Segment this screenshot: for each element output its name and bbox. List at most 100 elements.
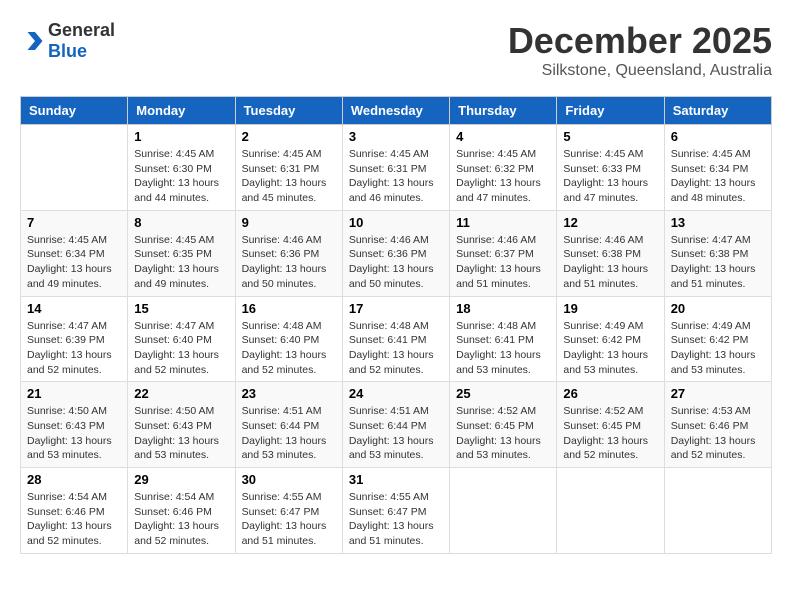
day-number: 2	[242, 129, 336, 144]
day-number: 26	[563, 386, 657, 401]
calendar-cell: 22 Sunrise: 4:50 AMSunset: 6:43 PMDaylig…	[128, 382, 235, 468]
calendar-cell: 27 Sunrise: 4:53 AMSunset: 6:46 PMDaylig…	[664, 382, 771, 468]
logo: General Blue	[20, 20, 115, 62]
calendar-cell: 12 Sunrise: 4:46 AMSunset: 6:38 PMDaylig…	[557, 210, 664, 296]
day-info: Sunrise: 4:48 AMSunset: 6:41 PMDaylight:…	[456, 319, 550, 378]
day-number: 13	[671, 215, 765, 230]
calendar-cell: 16 Sunrise: 4:48 AMSunset: 6:40 PMDaylig…	[235, 296, 342, 382]
day-number: 10	[349, 215, 443, 230]
day-info: Sunrise: 4:49 AMSunset: 6:42 PMDaylight:…	[671, 319, 765, 378]
day-info: Sunrise: 4:45 AMSunset: 6:34 PMDaylight:…	[27, 233, 121, 292]
title-section: December 2025 Silkstone, Queensland, Aus…	[508, 20, 772, 80]
day-number: 28	[27, 472, 121, 487]
calendar-cell: 29 Sunrise: 4:54 AMSunset: 6:46 PMDaylig…	[128, 468, 235, 554]
day-info: Sunrise: 4:46 AMSunset: 6:36 PMDaylight:…	[242, 233, 336, 292]
calendar-cell: 13 Sunrise: 4:47 AMSunset: 6:38 PMDaylig…	[664, 210, 771, 296]
day-number: 1	[134, 129, 228, 144]
calendar-cell: 9 Sunrise: 4:46 AMSunset: 6:36 PMDayligh…	[235, 210, 342, 296]
calendar-cell: 7 Sunrise: 4:45 AMSunset: 6:34 PMDayligh…	[21, 210, 128, 296]
day-info: Sunrise: 4:46 AMSunset: 6:38 PMDaylight:…	[563, 233, 657, 292]
calendar-cell: 26 Sunrise: 4:52 AMSunset: 6:45 PMDaylig…	[557, 382, 664, 468]
day-info: Sunrise: 4:49 AMSunset: 6:42 PMDaylight:…	[563, 319, 657, 378]
day-info: Sunrise: 4:53 AMSunset: 6:46 PMDaylight:…	[671, 404, 765, 463]
day-number: 16	[242, 301, 336, 316]
calendar-week-3: 14 Sunrise: 4:47 AMSunset: 6:39 PMDaylig…	[21, 296, 772, 382]
header-friday: Friday	[557, 97, 664, 125]
day-info: Sunrise: 4:54 AMSunset: 6:46 PMDaylight:…	[27, 490, 121, 549]
day-number: 11	[456, 215, 550, 230]
logo-icon	[20, 29, 44, 53]
day-info: Sunrise: 4:52 AMSunset: 6:45 PMDaylight:…	[563, 404, 657, 463]
calendar-cell: 23 Sunrise: 4:51 AMSunset: 6:44 PMDaylig…	[235, 382, 342, 468]
calendar-week-1: 1 Sunrise: 4:45 AMSunset: 6:30 PMDayligh…	[21, 125, 772, 211]
day-number: 29	[134, 472, 228, 487]
day-number: 4	[456, 129, 550, 144]
day-info: Sunrise: 4:51 AMSunset: 6:44 PMDaylight:…	[242, 404, 336, 463]
day-number: 18	[456, 301, 550, 316]
day-number: 3	[349, 129, 443, 144]
calendar-cell: 5 Sunrise: 4:45 AMSunset: 6:33 PMDayligh…	[557, 125, 664, 211]
day-number: 24	[349, 386, 443, 401]
day-number: 6	[671, 129, 765, 144]
day-number: 19	[563, 301, 657, 316]
day-number: 7	[27, 215, 121, 230]
header-thursday: Thursday	[450, 97, 557, 125]
calendar-week-5: 28 Sunrise: 4:54 AMSunset: 6:46 PMDaylig…	[21, 468, 772, 554]
calendar-header-row: SundayMondayTuesdayWednesdayThursdayFrid…	[21, 97, 772, 125]
day-number: 9	[242, 215, 336, 230]
calendar-cell: 1 Sunrise: 4:45 AMSunset: 6:30 PMDayligh…	[128, 125, 235, 211]
day-info: Sunrise: 4:45 AMSunset: 6:31 PMDaylight:…	[242, 147, 336, 206]
day-number: 20	[671, 301, 765, 316]
calendar-cell: 28 Sunrise: 4:54 AMSunset: 6:46 PMDaylig…	[21, 468, 128, 554]
calendar-cell	[21, 125, 128, 211]
day-number: 22	[134, 386, 228, 401]
calendar-cell: 19 Sunrise: 4:49 AMSunset: 6:42 PMDaylig…	[557, 296, 664, 382]
day-info: Sunrise: 4:50 AMSunset: 6:43 PMDaylight:…	[27, 404, 121, 463]
header-tuesday: Tuesday	[235, 97, 342, 125]
day-info: Sunrise: 4:55 AMSunset: 6:47 PMDaylight:…	[242, 490, 336, 549]
day-number: 21	[27, 386, 121, 401]
calendar-cell: 31 Sunrise: 4:55 AMSunset: 6:47 PMDaylig…	[342, 468, 449, 554]
day-number: 23	[242, 386, 336, 401]
calendar-table: SundayMondayTuesdayWednesdayThursdayFrid…	[20, 96, 772, 554]
day-number: 12	[563, 215, 657, 230]
day-number: 25	[456, 386, 550, 401]
header-wednesday: Wednesday	[342, 97, 449, 125]
day-number: 14	[27, 301, 121, 316]
header-sunday: Sunday	[21, 97, 128, 125]
page-header: General Blue December 2025 Silkstone, Qu…	[20, 20, 772, 80]
calendar-cell: 4 Sunrise: 4:45 AMSunset: 6:32 PMDayligh…	[450, 125, 557, 211]
calendar-cell: 3 Sunrise: 4:45 AMSunset: 6:31 PMDayligh…	[342, 125, 449, 211]
day-info: Sunrise: 4:45 AMSunset: 6:35 PMDaylight:…	[134, 233, 228, 292]
day-info: Sunrise: 4:46 AMSunset: 6:37 PMDaylight:…	[456, 233, 550, 292]
day-info: Sunrise: 4:46 AMSunset: 6:36 PMDaylight:…	[349, 233, 443, 292]
day-number: 17	[349, 301, 443, 316]
calendar-cell: 14 Sunrise: 4:47 AMSunset: 6:39 PMDaylig…	[21, 296, 128, 382]
calendar-cell: 17 Sunrise: 4:48 AMSunset: 6:41 PMDaylig…	[342, 296, 449, 382]
calendar-cell: 8 Sunrise: 4:45 AMSunset: 6:35 PMDayligh…	[128, 210, 235, 296]
calendar-cell: 15 Sunrise: 4:47 AMSunset: 6:40 PMDaylig…	[128, 296, 235, 382]
day-info: Sunrise: 4:51 AMSunset: 6:44 PMDaylight:…	[349, 404, 443, 463]
logo-blue-text: Blue	[48, 41, 87, 61]
location-title: Silkstone, Queensland, Australia	[508, 62, 772, 80]
day-info: Sunrise: 4:52 AMSunset: 6:45 PMDaylight:…	[456, 404, 550, 463]
day-number: 27	[671, 386, 765, 401]
day-number: 5	[563, 129, 657, 144]
month-title: December 2025	[508, 20, 772, 62]
calendar-cell: 2 Sunrise: 4:45 AMSunset: 6:31 PMDayligh…	[235, 125, 342, 211]
day-info: Sunrise: 4:45 AMSunset: 6:31 PMDaylight:…	[349, 147, 443, 206]
day-info: Sunrise: 4:45 AMSunset: 6:34 PMDaylight:…	[671, 147, 765, 206]
calendar-cell: 25 Sunrise: 4:52 AMSunset: 6:45 PMDaylig…	[450, 382, 557, 468]
calendar-cell: 10 Sunrise: 4:46 AMSunset: 6:36 PMDaylig…	[342, 210, 449, 296]
day-number: 30	[242, 472, 336, 487]
day-info: Sunrise: 4:47 AMSunset: 6:39 PMDaylight:…	[27, 319, 121, 378]
calendar-week-2: 7 Sunrise: 4:45 AMSunset: 6:34 PMDayligh…	[21, 210, 772, 296]
day-info: Sunrise: 4:45 AMSunset: 6:32 PMDaylight:…	[456, 147, 550, 206]
day-info: Sunrise: 4:54 AMSunset: 6:46 PMDaylight:…	[134, 490, 228, 549]
day-number: 15	[134, 301, 228, 316]
calendar-cell: 30 Sunrise: 4:55 AMSunset: 6:47 PMDaylig…	[235, 468, 342, 554]
day-info: Sunrise: 4:47 AMSunset: 6:38 PMDaylight:…	[671, 233, 765, 292]
calendar-cell: 21 Sunrise: 4:50 AMSunset: 6:43 PMDaylig…	[21, 382, 128, 468]
calendar-cell: 18 Sunrise: 4:48 AMSunset: 6:41 PMDaylig…	[450, 296, 557, 382]
calendar-cell	[664, 468, 771, 554]
